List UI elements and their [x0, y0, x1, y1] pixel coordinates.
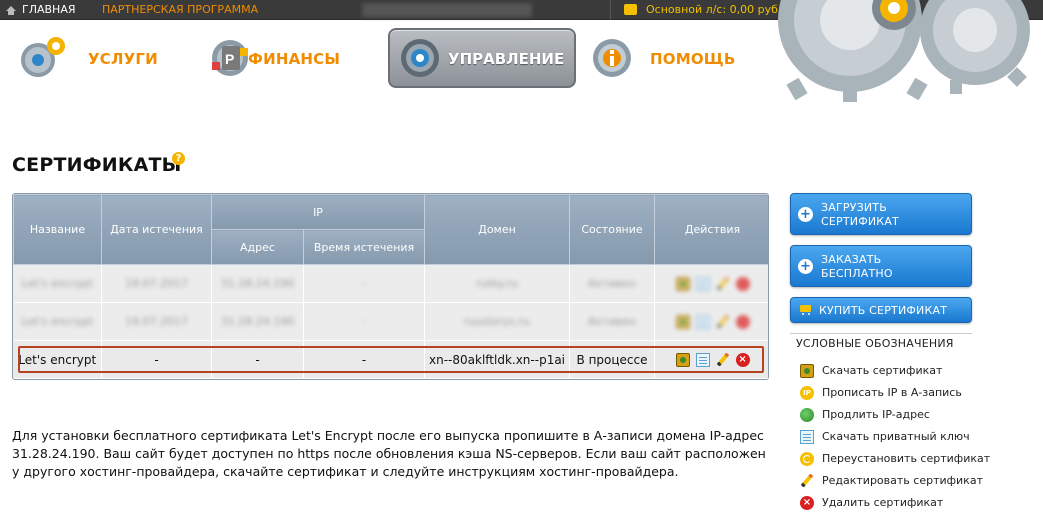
- cell-actions: ×: [654, 340, 768, 379]
- nav-help-label: ПОМОЩЬ: [650, 50, 736, 68]
- private-key-icon: [800, 430, 814, 444]
- decorative-gears-icon: [778, 0, 1030, 102]
- balance-icon: [624, 4, 637, 15]
- order-label: ЗАКАЗАТЬ БЕСПЛАТНО: [821, 253, 893, 281]
- help-gear-icon: [593, 39, 631, 77]
- cell-ip-address: -: [211, 340, 304, 379]
- private-key-icon[interactable]: [695, 352, 710, 367]
- cell-ip-expires: -: [303, 302, 426, 341]
- balance-link[interactable]: Основной л/с: 0,00 руб.: [646, 3, 781, 16]
- nav-help[interactable]: ПОМОЩЬ: [588, 28, 738, 88]
- cell-domain: russtorys.ru: [424, 302, 571, 341]
- download-certificate-icon[interactable]: [675, 276, 690, 291]
- order-free-button[interactable]: + ЗАКАЗАТЬ БЕСПЛАТНО: [790, 245, 972, 287]
- partner-program-link[interactable]: ПАРТНЕРСКАЯ ПРОГРАММА: [102, 3, 258, 16]
- help-icon[interactable]: ?: [172, 152, 185, 165]
- cart-icon: [799, 304, 813, 316]
- cell-state: Активен: [569, 302, 656, 341]
- edit-icon[interactable]: [716, 353, 730, 367]
- cell-expires: -: [101, 340, 212, 379]
- legend-label: Редактировать сертификат: [822, 474, 983, 487]
- legend-label: Переустановить сертификат: [822, 452, 991, 465]
- cell-ip-address: 31.28.24.190: [211, 302, 304, 341]
- cell-expires: 19.07.2017: [101, 264, 212, 303]
- header-state[interactable]: Состояние: [569, 194, 656, 265]
- edit-icon[interactable]: [716, 315, 730, 329]
- cell-name: Let's encrypt: [13, 302, 102, 341]
- info-text: Для установки бесплатного сертификата Le…: [12, 428, 766, 479]
- header-actions: Действия: [654, 194, 768, 265]
- cell-ip-expires: -: [303, 340, 426, 379]
- cell-expires: 19.07.2017: [101, 302, 212, 341]
- blurred-account-info: [362, 3, 532, 17]
- upload-label: ЗАГРУЗИТЬ СЕРТИФИКАТ: [821, 201, 899, 229]
- private-key-icon[interactable]: [695, 314, 710, 329]
- home-icon[interactable]: [6, 6, 16, 15]
- svg-text:P: P: [225, 51, 234, 67]
- services-gear-icon: [21, 37, 65, 77]
- divider: [610, 0, 611, 20]
- header-ip-address[interactable]: Адрес: [211, 229, 304, 265]
- private-key-icon[interactable]: [695, 276, 710, 291]
- order-label-line2: БЕСПЛАТНО: [821, 267, 893, 280]
- nav-finance-label: ФИНАНСЫ: [248, 50, 341, 68]
- nav-finance[interactable]: P ФИНАНСЫ: [206, 28, 376, 88]
- cell-ip-address: 31.28.24.190: [211, 264, 304, 303]
- header-domain[interactable]: Домен: [424, 194, 571, 265]
- nav-services[interactable]: УСЛУГИ: [18, 28, 178, 88]
- cell-name: Let's encrypt: [13, 340, 102, 379]
- reinstall-icon: [800, 452, 814, 466]
- table-row-selected[interactable]: Let's encrypt - - - xn--80aklftldk.xn--p…: [13, 340, 768, 379]
- buy-certificate-button[interactable]: КУПИТЬ СЕРТИФИКАТ: [790, 297, 972, 323]
- legend-label: Скачать сертификат: [822, 364, 943, 377]
- legend-label: Продлить IP-адрес: [822, 408, 930, 421]
- divider: [790, 333, 972, 334]
- plus-icon: +: [798, 259, 813, 274]
- management-gear-icon: [401, 39, 439, 77]
- legend-label: Прописать IP в А-запись: [822, 386, 962, 399]
- certificates-table: Название Дата истечения IP Домен Состоян…: [12, 193, 769, 380]
- download-certificate-icon[interactable]: [675, 352, 690, 367]
- cell-domain: rutky.ru: [424, 264, 571, 303]
- table-row[interactable]: Let's encrypt 19.07.2017 31.28.24.190 - …: [13, 264, 768, 303]
- edit-icon: [800, 474, 814, 488]
- upload-label-line1: ЗАГРУЗИТЬ: [821, 201, 887, 214]
- finance-gear-icon: P: [212, 40, 248, 76]
- download-certificate-icon[interactable]: [675, 314, 690, 329]
- nav-management[interactable]: УПРАВЛЕНИЕ: [388, 28, 576, 88]
- cell-ip-expires: -: [303, 264, 426, 303]
- upload-certificate-button[interactable]: + ЗАГРУЗИТЬ СЕРТИФИКАТ: [790, 193, 972, 235]
- cell-name: Let's encrypt: [13, 264, 102, 303]
- order-label-line1: ЗАКАЗАТЬ: [821, 253, 882, 266]
- nav-management-label: УПРАВЛЕНИЕ: [448, 50, 565, 68]
- edit-icon[interactable]: [716, 277, 730, 291]
- header-name[interactable]: Название: [13, 194, 102, 265]
- table-row[interactable]: Let's encrypt 19.07.2017 31.28.24.190 - …: [13, 302, 768, 341]
- upload-label-line2: СЕРТИФИКАТ: [821, 215, 899, 228]
- header-expires[interactable]: Дата истечения: [101, 194, 212, 265]
- home-link[interactable]: ГЛАВНАЯ: [22, 3, 76, 16]
- legend-label: Удалить сертификат: [822, 496, 944, 509]
- cell-state: В процессе: [569, 340, 656, 379]
- delete-icon[interactable]: [735, 314, 750, 329]
- ip-record-icon: IP: [800, 386, 814, 400]
- renew-ip-icon: [800, 408, 814, 422]
- cell-domain: xn--80aklftldk.xn--p1ai: [424, 340, 571, 379]
- plus-icon: +: [798, 207, 813, 222]
- delete-icon[interactable]: [735, 276, 750, 291]
- header-ip: IP: [210, 194, 426, 230]
- download-certificate-icon: [800, 364, 814, 378]
- delete-icon: ×: [800, 496, 814, 510]
- buy-label: КУПИТЬ СЕРТИФИКАТ: [819, 304, 948, 317]
- delete-icon[interactable]: ×: [735, 352, 750, 367]
- cell-actions: [654, 302, 768, 341]
- legend-label: Скачать приватный ключ: [822, 430, 970, 443]
- legend-title: УСЛОВНЫЕ ОБОЗНАЧЕНИЯ: [796, 337, 954, 350]
- cell-state: Активен: [569, 264, 656, 303]
- nav-services-label: УСЛУГИ: [88, 50, 158, 68]
- cell-actions: [654, 264, 768, 303]
- header-ip-expires[interactable]: Время истечения: [302, 229, 426, 265]
- page-title: СЕРТИФИКАТЫ: [12, 154, 182, 176]
